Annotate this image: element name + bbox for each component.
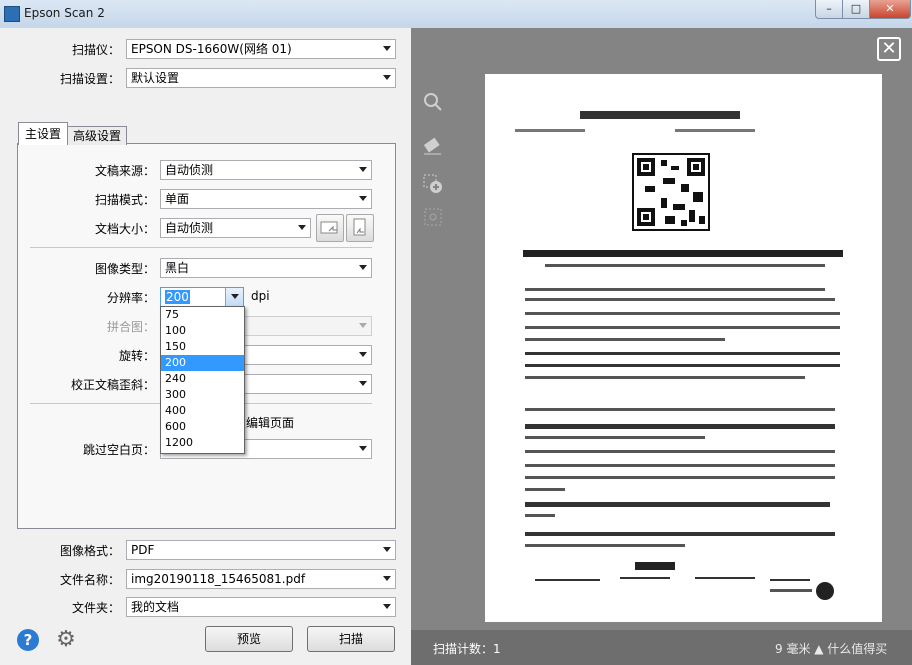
preview-button[interactable]: 预览 — [205, 626, 293, 652]
file-name-label: 文件名称： — [59, 573, 120, 587]
tab-advanced-settings[interactable]: 高级设置 — [67, 126, 127, 145]
scanner-value: EPSON DS-1660W(网络 01) — [131, 42, 292, 56]
scan-mode-select[interactable]: 单面 — [160, 189, 372, 209]
scanner-label: 扫描仪： — [71, 43, 120, 57]
doc-size-select[interactable]: 自动侦测 — [160, 218, 311, 238]
eraser-icon[interactable] — [421, 134, 445, 158]
dashed-rect-icon — [424, 208, 442, 226]
scanner-select[interactable]: EPSON DS-1660W(网络 01) — [126, 39, 396, 59]
resolution-option[interactable]: 300 — [161, 387, 244, 403]
deskew-label: 校正文稿歪斜： — [70, 378, 155, 392]
chevron-down-icon — [359, 265, 367, 270]
scan-mode-value: 单面 — [165, 192, 190, 206]
doc-source-label: 文稿来源： — [94, 164, 155, 178]
qr-code — [632, 153, 710, 231]
chevron-down-icon — [383, 604, 391, 609]
resolution-option[interactable]: 1200 — [161, 435, 244, 451]
portrait-orientation-button[interactable] — [346, 214, 374, 242]
status-right-text: 9 毫米 ▲ 什么值得买 — [775, 642, 888, 656]
scanned-document-image — [515, 111, 843, 600]
resolution-option[interactable]: 200 — [161, 355, 244, 371]
zoom-icon[interactable] — [421, 90, 445, 114]
resolution-dropdown-button[interactable] — [225, 288, 243, 306]
close-preview-button[interactable]: ✕ — [877, 37, 901, 61]
image-type-select[interactable]: 黑白 — [160, 258, 372, 278]
portrait-page-icon — [353, 218, 366, 236]
scan-settings-select[interactable]: 默认设置 — [126, 68, 396, 88]
minimize-button[interactable]: – — [815, 0, 843, 19]
landscape-page-icon — [320, 221, 338, 234]
scan-settings-value: 默认设置 — [131, 71, 180, 85]
doc-size-value: 自动侦测 — [165, 221, 214, 235]
chevron-down-icon — [383, 576, 391, 581]
app-icon — [4, 6, 20, 22]
add-area-icon[interactable] — [421, 172, 445, 196]
resolution-option[interactable]: 75 — [161, 307, 244, 323]
title-bar — [0, 0, 912, 29]
chevron-down-icon — [359, 381, 367, 386]
resolution-option[interactable]: 150 — [161, 339, 244, 355]
separator — [30, 247, 372, 248]
tab-main-settings[interactable]: 主设置 — [18, 122, 68, 145]
chevron-down-icon — [359, 323, 367, 328]
image-type-value: 黑白 — [165, 261, 190, 275]
image-format-value: PDF — [131, 543, 155, 557]
file-name-select[interactable]: img20190118_15465081.pdf — [126, 569, 396, 589]
image-format-label: 图像格式： — [59, 544, 120, 558]
chevron-down-icon — [359, 446, 367, 451]
scan-settings-label: 扫描设置： — [59, 72, 120, 86]
maximize-button[interactable]: □ — [842, 0, 870, 19]
landscape-orientation-button[interactable] — [316, 214, 344, 242]
chevron-down-icon — [359, 167, 367, 172]
chevron-down-icon — [359, 196, 367, 201]
scan-count: 扫描计数：1 — [433, 642, 501, 656]
scan-mode-label: 扫描模式： — [94, 193, 155, 207]
chevron-down-icon — [231, 294, 239, 299]
file-name-value: img20190118_15465081.pdf — [131, 572, 306, 586]
add-marquee-icon — [423, 174, 442, 193]
folder-select[interactable]: 我的文档 — [126, 597, 396, 617]
edit-pages-label[interactable]: 编辑页面 — [246, 414, 294, 431]
image-type-label: 图像类型： — [94, 262, 155, 276]
doc-source-value: 自动侦测 — [165, 163, 214, 177]
eraser-shape-icon — [423, 137, 441, 155]
resolution-option[interactable]: 400 — [161, 403, 244, 419]
scan-button[interactable]: 扫描 — [307, 626, 395, 652]
resolution-unit: dpi — [251, 289, 270, 303]
close-window-button[interactable]: ✕ — [869, 0, 911, 19]
folder-label: 文件夹： — [71, 601, 120, 615]
chevron-down-icon — [383, 75, 391, 80]
magnifier-icon — [424, 93, 442, 111]
help-icon[interactable]: ? — [17, 629, 39, 651]
chevron-down-icon — [383, 547, 391, 552]
scanned-page-preview[interactable] — [485, 74, 882, 622]
chevron-down-icon — [359, 352, 367, 357]
doc-size-label: 文档大小： — [94, 222, 155, 236]
gear-icon[interactable]: ⚙ — [54, 628, 78, 652]
resolution-combo[interactable]: 200 — [160, 287, 244, 307]
resolution-option[interactable]: 600 — [161, 419, 244, 435]
stitch-label: 拼合图： — [106, 320, 155, 334]
chevron-down-icon — [298, 225, 306, 230]
rotate-label: 旋转： — [118, 349, 155, 363]
folder-value: 我的文档 — [131, 600, 180, 614]
resolution-option[interactable]: 100 — [161, 323, 244, 339]
chevron-down-icon — [383, 46, 391, 51]
resolution-dropdown-list[interactable]: 75 100 150 200 240 300 400 600 1200 — [160, 306, 245, 454]
window-title: Epson Scan 2 — [24, 6, 105, 20]
resolution-option[interactable]: 240 — [161, 371, 244, 387]
marquee-icon[interactable] — [421, 205, 445, 229]
skip-blank-label: 跳过空白页： — [82, 443, 155, 457]
doc-source-select[interactable]: 自动侦测 — [160, 160, 372, 180]
resolution-value[interactable]: 200 — [165, 290, 190, 304]
resolution-label: 分辨率： — [106, 291, 155, 305]
image-format-select[interactable]: PDF — [126, 540, 396, 560]
